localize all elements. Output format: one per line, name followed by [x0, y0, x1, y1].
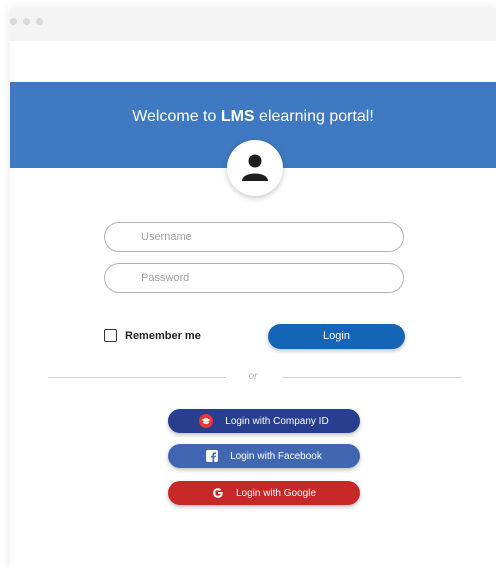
facebook-login-label: Login with Facebook	[230, 450, 322, 462]
facebook-login-button[interactable]: Login with Facebook	[168, 444, 360, 468]
divider-left	[48, 377, 226, 378]
google-login-label: Login with Google	[235, 487, 317, 499]
or-separator: or	[248, 371, 258, 382]
remember-me[interactable]: Remember me	[104, 329, 201, 342]
remember-me-label: Remember me	[125, 329, 201, 342]
company-id-login-label: Login with Company ID	[225, 415, 329, 427]
password-input[interactable]	[104, 263, 404, 293]
title-bar	[10, 8, 496, 41]
google-icon	[212, 487, 224, 499]
avatar	[227, 140, 283, 196]
facebook-icon	[206, 450, 219, 462]
graduation-cap-icon	[199, 414, 214, 428]
divider-right	[283, 377, 461, 378]
user-icon	[242, 154, 268, 181]
window-control-dot[interactable]	[23, 18, 30, 25]
company-id-login-button[interactable]: Login with Company ID	[168, 409, 360, 433]
brand-name: LMS	[220, 108, 255, 125]
app-window: Welcome to LMS elearning portal! Remembe…	[10, 8, 496, 568]
login-button[interactable]: Login	[268, 324, 405, 349]
window-control-dot[interactable]	[36, 18, 43, 25]
remember-me-checkbox[interactable]	[104, 329, 117, 342]
username-input[interactable]	[104, 222, 404, 252]
google-login-button[interactable]: Login with Google	[168, 481, 360, 505]
page-title: Welcome to LMS elearning portal!	[132, 108, 374, 125]
window-control-dot[interactable]	[10, 18, 17, 25]
